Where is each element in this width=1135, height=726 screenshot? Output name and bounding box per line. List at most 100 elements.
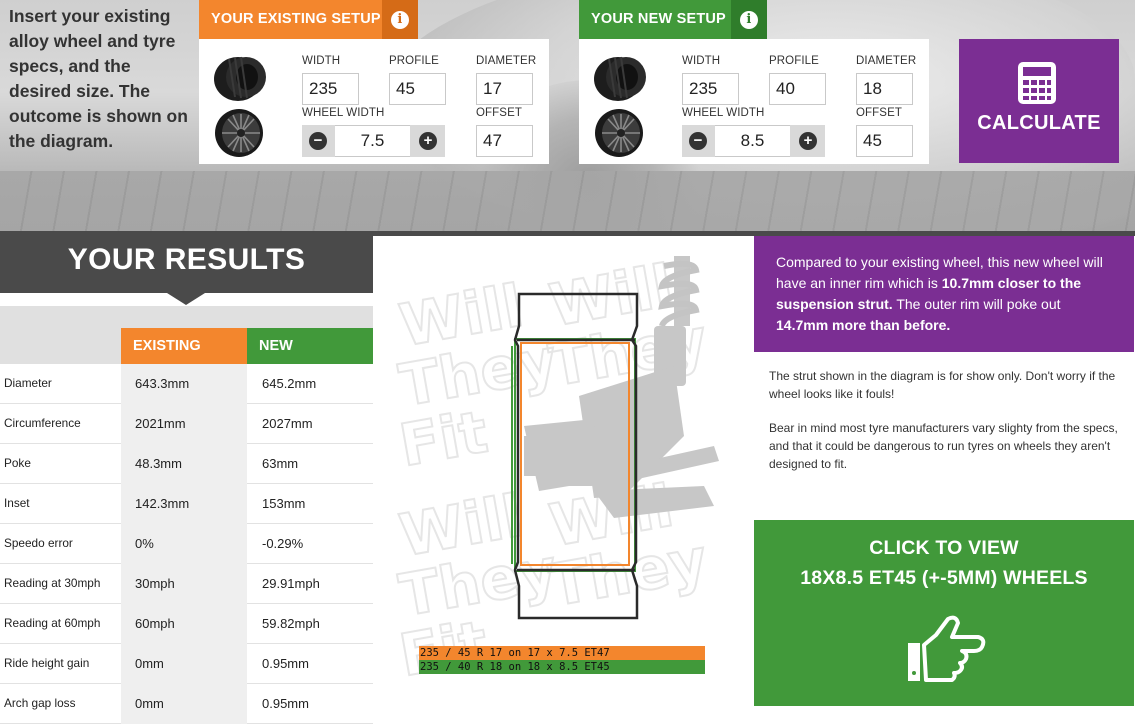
width-input[interactable]: 235 (682, 73, 739, 105)
wheel-width-input[interactable]: 7.5 (335, 125, 410, 157)
row-label: Arch gap loss (4, 696, 76, 710)
table-row: Speedo error 0% -0.29% (0, 524, 373, 564)
svg-text:Fit: Fit (395, 398, 493, 480)
row-label: Circumference (4, 416, 81, 430)
comparison-highlight-2: 14.7mm more than before. (776, 317, 951, 333)
table-row: Inset 142.3mm 153mm (0, 484, 373, 524)
diameter-label: DIAMETER (476, 55, 537, 67)
offset-input[interactable]: 45 (856, 125, 913, 157)
profile-input[interactable]: 40 (769, 73, 826, 105)
width-label: WIDTH (302, 55, 341, 67)
offset-label: OFFSET (476, 107, 522, 119)
view-wheels-line1: CLICK TO VIEW (869, 537, 1019, 559)
table-row: Poke 48.3mm 63mm (0, 444, 373, 484)
offset-label: OFFSET (856, 107, 902, 119)
profile-label: PROFILE (769, 55, 819, 67)
new-setup-info-button[interactable]: i (731, 0, 767, 39)
calculator-icon (1018, 62, 1056, 104)
new-setup-panel: WIDTH PROFILE DIAMETER 235 40 18 WHEEL W… (579, 39, 929, 164)
row-existing-value: 0mm (121, 684, 247, 724)
results-table: Diameter 643.3mm 645.2mm Circumference 2… (0, 364, 373, 724)
strut-note: The strut shown in the diagram is for sh… (769, 369, 1116, 401)
road-background (0, 171, 1135, 231)
offset-input[interactable]: 47 (476, 125, 533, 157)
alloy-wheel-icon (215, 109, 263, 157)
row-existing-value: 0mm (121, 644, 247, 684)
existing-setup-header: YOUR EXISTING SETUP i (199, 0, 418, 39)
existing-setup-panel: WIDTH PROFILE DIAMETER 235 45 17 WHEEL W… (199, 39, 549, 164)
table-row: Circumference 2021mm 2027mm (0, 404, 373, 444)
wheel-width-stepper: − 8.5 + (682, 125, 825, 157)
row-new-value: 645.2mm (262, 376, 317, 391)
wheel-width-stepper: − 7.5 + (302, 125, 445, 157)
profile-input[interactable]: 45 (389, 73, 446, 105)
diameter-input[interactable]: 17 (476, 73, 533, 105)
legend-new: 235 / 40 R 18 on 18 x 8.5 ET45 (419, 660, 705, 674)
diameter-input[interactable]: 18 (856, 73, 913, 105)
results-col-new: NEW (247, 328, 373, 364)
wheel-width-label: WHEEL WIDTH (682, 107, 765, 119)
row-label: Diameter (4, 376, 52, 390)
row-new-value: -0.29% (262, 536, 304, 551)
tyre-spec-note: Bear in mind most tyre manufacturers var… (769, 421, 1118, 471)
results-spacer (0, 306, 373, 328)
row-existing-value: 643.3mm (121, 364, 247, 404)
results-col-existing: EXISTING (121, 328, 247, 364)
width-input[interactable]: 235 (302, 73, 359, 105)
row-new-value: 29.91mph (262, 576, 320, 591)
row-label: Poke (4, 456, 31, 470)
view-wheels-button[interactable]: CLICK TO VIEW 18X8.5 ET45 (+-5MM) WHEELS (754, 520, 1134, 706)
row-existing-value: 0% (121, 524, 247, 564)
row-label: Ride height gain (4, 656, 90, 670)
pointing-hand-icon (908, 615, 986, 682)
results-header-blank (0, 328, 121, 364)
profile-label: PROFILE (389, 55, 439, 67)
row-existing-value: 2021mm (121, 404, 247, 444)
calculate-label: CALCULATE (977, 112, 1101, 134)
row-existing-value: 30mph (121, 564, 247, 604)
row-existing-value: 48.3mm (121, 444, 247, 484)
row-new-value: 153mm (262, 496, 306, 511)
existing-setup-info-button[interactable]: i (382, 0, 418, 39)
row-new-value: 0.95mm (262, 656, 309, 671)
table-row: Diameter 643.3mm 645.2mm (0, 364, 373, 404)
row-new-value: 59.82mph (262, 616, 320, 631)
plus-icon[interactable]: + (799, 132, 817, 150)
row-label: Reading at 60mph (4, 616, 101, 630)
row-existing-value: 142.3mm (121, 484, 247, 524)
new-setup-header: YOUR NEW SETUP i (579, 0, 767, 39)
results-header: YOUR RESULTS (0, 236, 373, 306)
row-label: Reading at 30mph (4, 576, 101, 590)
comparison-summary: Compared to your existing wheel, this ne… (754, 236, 1134, 352)
minus-icon[interactable]: − (689, 132, 707, 150)
wheel-width-label: WHEEL WIDTH (302, 107, 385, 119)
row-existing-value: 60mph (121, 604, 247, 644)
row-label: Inset (4, 496, 30, 510)
alloy-wheel-icon (595, 109, 643, 157)
table-row: Reading at 30mph 30mph 29.91mph (0, 564, 373, 604)
table-row: Reading at 60mph 60mph 59.82mph (0, 604, 373, 644)
tyre-icon (594, 56, 646, 101)
row-new-value: 0.95mm (262, 696, 309, 711)
diameter-label: DIAMETER (856, 55, 917, 67)
existing-setup-title: YOUR EXISTING SETUP (211, 11, 381, 27)
table-row: Ride height gain 0mm 0.95mm (0, 644, 373, 684)
width-label: WIDTH (682, 55, 721, 67)
table-row: Arch gap loss 0mm 0.95mm (0, 684, 373, 724)
row-new-value: 2027mm (262, 416, 313, 431)
view-wheels-line2: 18X8.5 ET45 (+-5MM) WHEELS (800, 567, 1088, 589)
row-new-value: 63mm (262, 456, 299, 471)
legend-existing: 235 / 45 R 17 on 17 x 7.5 ET47 (419, 646, 705, 660)
minus-icon[interactable]: − (309, 132, 327, 150)
calculate-button[interactable]: CALCULATE (959, 39, 1119, 163)
results-title: YOUR RESULTS (67, 243, 306, 276)
comparison-text-2: The outer rim will poke out (892, 296, 1061, 312)
tyre-icon (214, 56, 266, 101)
new-setup-title: YOUR NEW SETUP (591, 11, 726, 27)
intro-text: Insert your existing alloy wheel and tyr… (9, 6, 188, 151)
plus-icon[interactable]: + (419, 132, 437, 150)
info-icon: i (740, 10, 758, 29)
info-icon: i (391, 10, 409, 29)
row-label: Speedo error (4, 536, 73, 550)
wheel-width-input[interactable]: 8.5 (715, 125, 790, 157)
